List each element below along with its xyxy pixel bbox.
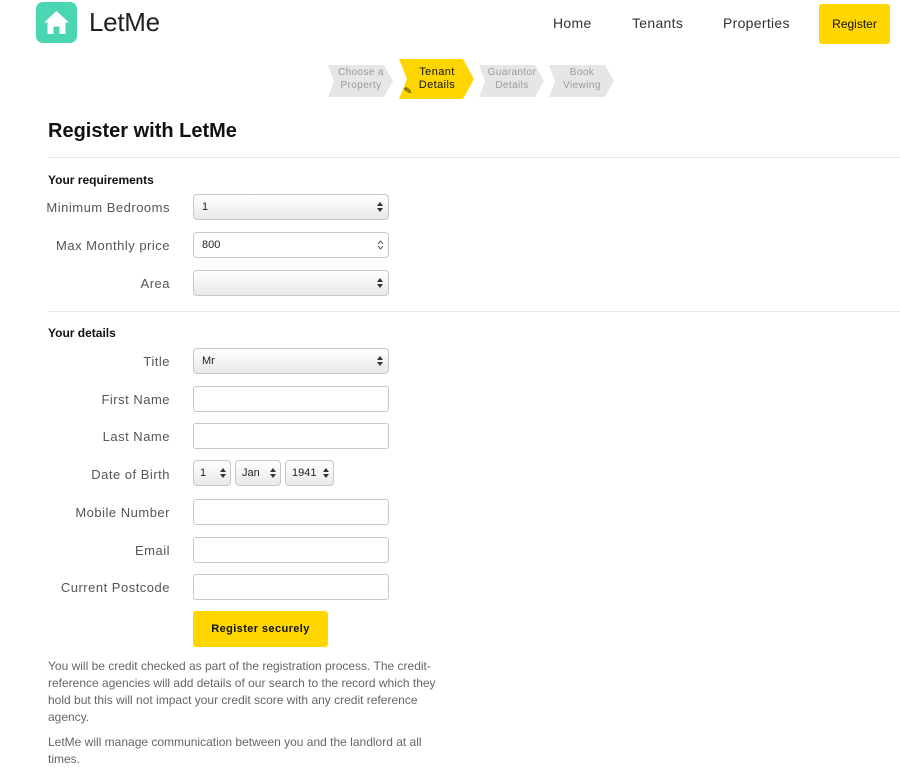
first-name-input[interactable]: [193, 386, 389, 412]
nav-home[interactable]: Home: [553, 15, 592, 31]
page-title: Register with LetMe: [48, 120, 237, 142]
select-arrows-icon: [323, 468, 329, 478]
requirements-heading: Your requirements: [48, 173, 154, 187]
nav-tenants[interactable]: Tenants: [632, 15, 683, 31]
step-line2: Details: [495, 80, 529, 91]
step-line1: Guarantor: [487, 67, 537, 78]
step-line2: Viewing: [563, 80, 601, 91]
divider: [48, 311, 900, 312]
select-arrows-icon: [377, 356, 383, 366]
communication-notice: LetMe will manage communication between …: [48, 735, 422, 766]
house-icon: [44, 11, 69, 34]
last-name-input[interactable]: [193, 423, 389, 449]
email-label: Email: [134, 543, 170, 558]
title-select[interactable]: Mr: [193, 348, 389, 374]
dob-day-value: 1: [200, 467, 207, 479]
max-price-input[interactable]: 800: [193, 232, 389, 258]
dob-day-select[interactable]: 1: [193, 460, 231, 486]
nav-properties[interactable]: Properties: [723, 15, 790, 31]
dob-label: Date of Birth: [91, 467, 170, 482]
area-select[interactable]: [193, 270, 389, 296]
min-bedrooms-value: 1: [202, 201, 209, 213]
last-name-label: Last Name: [102, 429, 170, 444]
step-choose-property[interactable]: Choose a Property: [328, 59, 394, 99]
max-price-label: Max Monthly price: [56, 238, 170, 253]
dob-year-select[interactable]: 1941: [285, 460, 334, 486]
step-line1: Book: [569, 67, 595, 78]
credit-check-notice: You will be credit checked as part of th…: [48, 659, 436, 724]
select-arrows-icon: [220, 468, 226, 478]
nav-register-button[interactable]: Register: [819, 4, 890, 44]
postcode-label: Current Postcode: [60, 580, 170, 595]
min-bedrooms-label: Minimum Bedrooms: [46, 200, 170, 215]
step-book-viewing[interactable]: Book Viewing: [549, 59, 615, 99]
divider: [48, 157, 900, 158]
email-input[interactable]: [193, 537, 389, 563]
mobile-input[interactable]: [193, 499, 389, 525]
step-guarantor-details[interactable]: Guarantor Details: [479, 59, 545, 99]
pencil-icon: ✎: [403, 85, 414, 98]
step-line1: Tenant: [419, 66, 455, 78]
step-line2: Details: [418, 79, 456, 91]
mobile-label: Mobile Number: [75, 505, 170, 520]
register-securely-button[interactable]: Register securely: [193, 611, 328, 647]
dob-year-value: 1941: [292, 467, 317, 479]
title-label: Title: [143, 354, 170, 369]
dob-month-select[interactable]: Jan: [235, 460, 281, 486]
min-bedrooms-select[interactable]: 1: [193, 194, 389, 220]
step-line1: Choose a: [337, 67, 384, 78]
select-arrows-icon: [377, 202, 383, 212]
details-heading: Your details: [48, 326, 116, 340]
number-spinner-icon[interactable]: [377, 239, 384, 251]
select-arrows-icon: [377, 278, 383, 288]
max-price-value: 800: [202, 239, 221, 251]
logo[interactable]: [36, 2, 77, 43]
dob-month-value: Jan: [242, 467, 260, 479]
title-value: Mr: [202, 355, 215, 367]
postcode-input[interactable]: [193, 574, 389, 600]
first-name-label: First Name: [101, 392, 170, 407]
brand-name[interactable]: LetMe: [89, 7, 160, 38]
step-line2: Property: [340, 80, 382, 91]
select-arrows-icon: [270, 468, 276, 478]
area-label: Area: [140, 276, 170, 291]
